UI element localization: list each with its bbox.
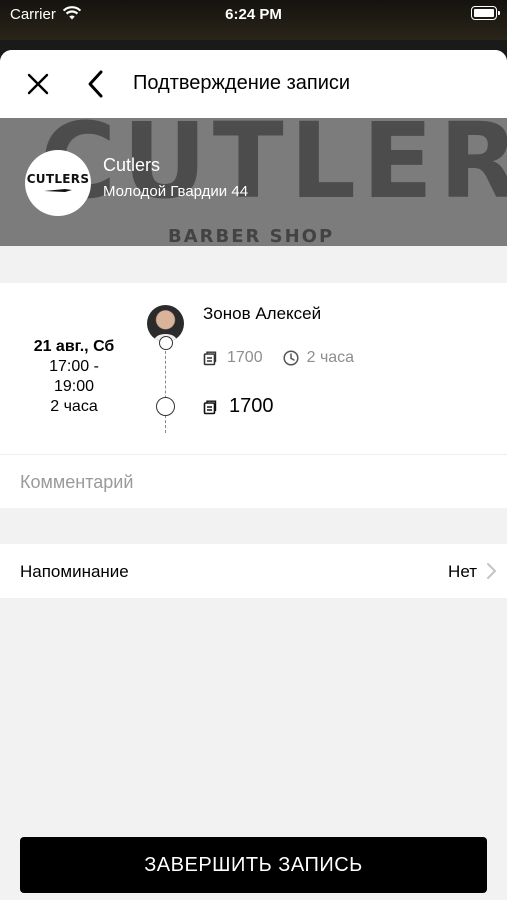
- logo-text: CUTLERS: [26, 172, 90, 186]
- total-price: 1700: [229, 395, 274, 417]
- shop-name: Cutlers: [103, 155, 161, 175]
- master-name: Зонов Алексей: [203, 304, 322, 323]
- booking-duration: 2 часа: [50, 398, 98, 415]
- reminder-value: Нет: [448, 562, 477, 581]
- battery-icon: [471, 6, 500, 20]
- comment-placeholder: Комментарий: [20, 472, 134, 492]
- close-icon[interactable]: [24, 70, 52, 98]
- razor-icon: [44, 189, 72, 192]
- chevron-left-icon[interactable]: [84, 69, 108, 99]
- page-title: Подтверждение записи: [133, 72, 351, 94]
- timeline-line: [165, 341, 166, 433]
- clock-icon: [283, 350, 299, 366]
- booking-time-to: 19:00: [53, 378, 95, 395]
- status-bar: Carrier 6:24 PM: [0, 0, 507, 40]
- booking-details-card: 21 авг., Сб 17:00 - 19:00 2 часа Зонов А…: [0, 283, 507, 454]
- navigation-bar: Подтверждение записи: [0, 50, 507, 118]
- booking-date-block: 21 авг., Сб 17:00 - 19:00 2 часа: [14, 337, 134, 417]
- service-duration: 2 часа: [306, 349, 355, 366]
- chevron-right-icon: [487, 563, 496, 579]
- service-price: 1700: [227, 349, 263, 366]
- reminder-row[interactable]: Напоминание Нет: [0, 544, 507, 598]
- service-row: 1700 2 часа: [203, 349, 354, 367]
- clock-time: 6:24 PM: [225, 6, 282, 23]
- timeline-node-total: [156, 397, 175, 416]
- shop-logo: CUTLERS: [25, 150, 91, 216]
- timeline-node-service: [159, 336, 173, 350]
- booking-confirmation-sheet: Подтверждение записи CUTLERS BARBER SHOP…: [0, 50, 507, 900]
- booking-date: 21 авг., Сб: [33, 338, 115, 355]
- reminder-label: Напоминание: [20, 562, 129, 581]
- shop-address: Молодой Гвардии 44: [103, 183, 249, 200]
- booking-time-from: 17:00 -: [49, 358, 99, 375]
- shop-banner: CUTLERS BARBER SHOP CUTLERS Cutlers Моло…: [0, 118, 507, 246]
- price-tag-icon: [203, 351, 217, 366]
- comment-field[interactable]: Комментарий: [0, 454, 507, 508]
- total-row: 1700: [203, 395, 274, 418]
- finish-booking-button[interactable]: ЗАВЕРШИТЬ ЗАПИСЬ: [20, 837, 487, 893]
- price-tag-icon: [203, 400, 217, 414]
